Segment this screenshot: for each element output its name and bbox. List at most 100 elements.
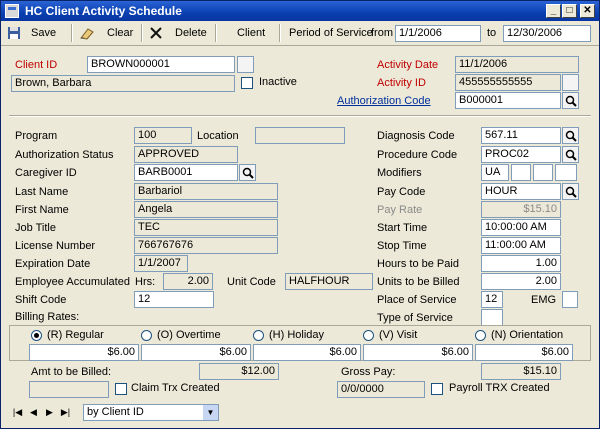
modifier-1-field[interactable]: UA: [481, 164, 509, 181]
modifier-4-field[interactable]: [555, 164, 577, 181]
pay-code-lookup-button[interactable]: [562, 183, 579, 200]
payroll-date-field: 0/0/0000: [337, 381, 425, 398]
delete-button[interactable]: Delete: [149, 25, 209, 41]
search-icon: [565, 149, 577, 161]
rate-holiday-radio[interactable]: [253, 330, 264, 341]
location-label: Location: [197, 130, 239, 142]
program-field: 100: [134, 127, 192, 144]
diagnosis-code-label: Diagnosis Code: [377, 130, 455, 142]
client-button[interactable]: Client: [237, 25, 265, 41]
search-icon: [565, 186, 577, 198]
chevron-down-icon: ▼: [203, 405, 218, 420]
rate-orientation-radio[interactable]: [475, 330, 486, 341]
authorization-code-lookup-button[interactable]: [562, 92, 579, 109]
rate-visit-value[interactable]: $6.00: [363, 344, 473, 361]
gross-pay-label: Gross Pay:: [341, 366, 396, 378]
save-label: Save: [31, 27, 57, 39]
pay-rate-label: Pay Rate: [377, 204, 423, 216]
pay-code-field[interactable]: HOUR: [481, 183, 561, 200]
hours-to-be-paid-label: Hours to be Paid: [377, 258, 459, 270]
client-id-field[interactable]: BROWN000001: [87, 56, 235, 73]
gross-pay-field: $15.10: [481, 363, 561, 380]
last-record-icon[interactable]: ▶|: [59, 405, 72, 419]
authorization-code-field[interactable]: B000001: [455, 92, 561, 109]
unit-code-label: Unit Code: [227, 276, 276, 288]
expiration-date-label: Expiration Date: [15, 258, 91, 270]
pay-code-label: Pay Code: [377, 186, 426, 198]
first-name-field: Angela: [134, 201, 278, 218]
units-to-be-billed-field[interactable]: 2.00: [481, 273, 561, 290]
emg-label: EMG: [531, 294, 557, 306]
authorization-code-link[interactable]: Authorization Code: [337, 94, 431, 109]
period-to-field[interactable]: 12/30/2006: [503, 25, 591, 42]
emg-field[interactable]: [562, 291, 578, 308]
license-number-label: License Number: [15, 240, 96, 252]
shift-code-field[interactable]: 12: [134, 291, 214, 308]
window-title: HC Client Activity Schedule: [25, 4, 182, 18]
shift-code-label: Shift Code: [15, 294, 67, 306]
delete-label: Delete: [175, 27, 207, 39]
caregiver-id-lookup-button[interactable]: [239, 164, 256, 181]
claim-trx-created-checkbox[interactable]: [115, 383, 127, 395]
previous-record-icon[interactable]: ◀: [27, 405, 40, 419]
units-to-be-billed-label: Units to be Billed: [377, 276, 460, 288]
modifier-3-field[interactable]: [533, 164, 553, 181]
diagnosis-code-field[interactable]: 567.11: [481, 127, 561, 144]
caregiver-id-field[interactable]: BARB0001: [134, 164, 238, 181]
period-from-field[interactable]: 1/1/2006: [395, 25, 481, 42]
sort-order-dropdown[interactable]: by Client ID ▼: [83, 404, 219, 421]
rate-overtime-radio[interactable]: [141, 330, 152, 341]
job-title-field: TEC: [134, 219, 278, 236]
toolbar: Save Clear Delete Client Period of Servi…: [1, 21, 599, 46]
accumulated-hours-field: 2.00: [163, 273, 213, 290]
clear-icon: [80, 28, 94, 40]
last-name-field: Barbariol: [134, 183, 278, 200]
modifier-2-field[interactable]: [511, 164, 531, 181]
procedure-code-field[interactable]: PROC02: [481, 146, 561, 163]
type-of-service-field[interactable]: [481, 309, 503, 326]
claim-trx-created-label: Claim Trx Created: [131, 382, 220, 394]
close-button[interactable]: ✕: [580, 4, 595, 18]
rate-overtime-value[interactable]: $6.00: [141, 344, 251, 361]
place-of-service-field[interactable]: 12: [481, 291, 503, 308]
search-icon: [565, 95, 577, 107]
minimize-button[interactable]: _: [546, 4, 561, 18]
to-label: to: [487, 27, 497, 39]
clear-label: Clear: [107, 27, 134, 39]
period-of-service-label: Period of Service: [289, 27, 373, 39]
next-record-icon[interactable]: ▶: [43, 405, 56, 419]
hours-to-be-paid-field[interactable]: 1.00: [481, 255, 561, 272]
activity-date-label: Activity Date: [377, 59, 439, 71]
hrs-label: Hrs:: [135, 276, 156, 288]
payroll-trx-created-label: Payroll TRX Created: [449, 382, 550, 394]
expiration-date-field: 1/1/2007: [134, 255, 188, 272]
maximize-button[interactable]: □: [562, 4, 577, 18]
diagnosis-code-lookup-button[interactable]: [562, 127, 579, 144]
activity-id-lookup-button[interactable]: [562, 74, 579, 91]
payroll-trx-created-checkbox[interactable]: [431, 383, 443, 395]
rate-holiday-value[interactable]: $6.00: [253, 344, 361, 361]
procedure-code-lookup-button[interactable]: [562, 146, 579, 163]
rate-regular-value[interactable]: $6.00: [29, 344, 139, 361]
inactive-checkbox[interactable]: [241, 77, 253, 89]
client-id-lookup-button[interactable]: [237, 56, 254, 73]
start-time-field[interactable]: 10:00:00 AM: [481, 219, 561, 236]
location-field: [255, 127, 345, 144]
authorization-status-field: APPROVED: [134, 146, 238, 163]
claim-trx-field: [29, 381, 109, 398]
rate-holiday-label: (H) Holiday: [269, 329, 325, 341]
amt-to-be-billed-label: Amt to be Billed:: [31, 366, 112, 378]
search-icon: [565, 130, 577, 142]
first-record-icon[interactable]: |◀: [11, 405, 24, 419]
caregiver-id-label: Caregiver ID: [15, 167, 77, 179]
stop-time-field[interactable]: 11:00:00 AM: [481, 237, 561, 254]
license-number-field: 766767676: [134, 237, 278, 254]
place-of-service-label: Place of Service: [377, 294, 457, 306]
window-app-icon: [5, 4, 19, 18]
rate-visit-radio[interactable]: [363, 330, 374, 341]
rate-orientation-label: (N) Orientation: [491, 329, 564, 341]
rate-regular-radio[interactable]: [31, 330, 42, 341]
rate-regular-label: (R) Regular: [47, 329, 104, 341]
rate-orientation-value[interactable]: $6.00: [475, 344, 573, 361]
clear-button[interactable]: Clear: [79, 25, 135, 41]
